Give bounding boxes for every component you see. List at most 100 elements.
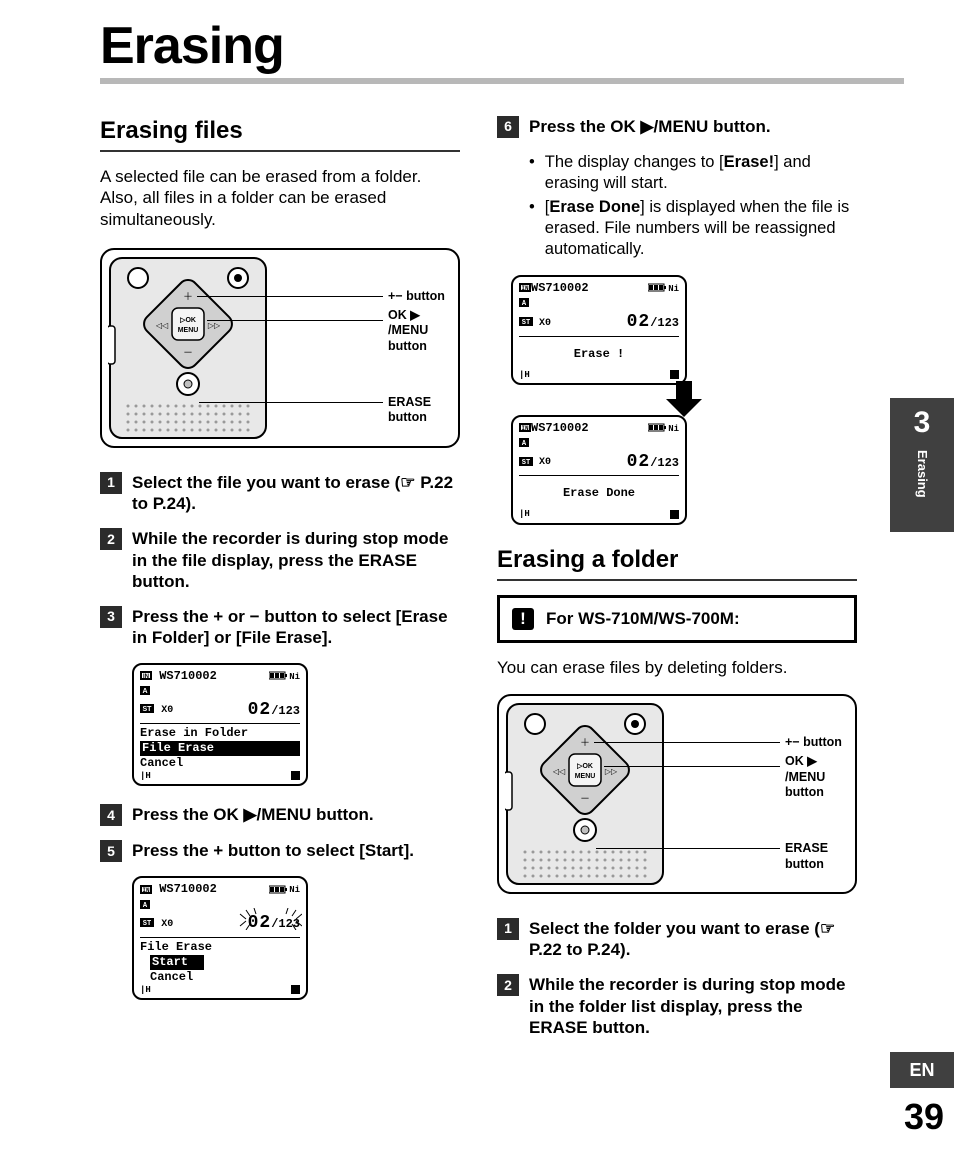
step-4: 4 Press the OK ▶/MENU button. — [100, 804, 460, 826]
step6-notes: •The display changes to [Erase!] and era… — [529, 152, 857, 259]
lcd-counter-small: /123 — [271, 704, 300, 718]
svg-text:ST: ST — [522, 319, 530, 326]
lcd-sequence: INWS710002 Ni A ST X0 02/123 Erase ! |H … — [511, 275, 857, 525]
device-illustration: ▷OK MENU ＋ － ◁◁ ▷▷ — [505, 702, 675, 886]
leader-line — [604, 766, 780, 767]
lcd-title: File Erase — [140, 940, 300, 955]
bullet-text: The display changes to [Erase!] and eras… — [545, 152, 857, 193]
leader-line — [596, 848, 780, 849]
chapter-label: Erasing — [914, 450, 930, 498]
left-column: Erasing files A selected file can be era… — [100, 116, 460, 1018]
lcd-filename: WS710002 — [159, 882, 217, 896]
folder-step-2: 2 While the recorder is during stop mode… — [497, 974, 857, 1038]
svg-text:▷OK: ▷OK — [179, 317, 196, 324]
svg-text:MENU: MENU — [575, 773, 596, 780]
step-number: 1 — [100, 472, 122, 494]
step-text: Press the OK ▶/MENU button. — [132, 804, 374, 825]
svg-text:◁◁: ◁◁ — [156, 321, 169, 330]
important-text: You can erase files by deleting folders. — [497, 657, 857, 678]
lcd-message: Erase Done — [519, 478, 679, 509]
bullet-text: [Erase Done] is displayed when the file … — [545, 197, 857, 259]
chapter-tab: 3 Erasing — [890, 398, 954, 532]
lcd-filename: WS710002 — [159, 669, 217, 683]
lcd-message: Erase ! — [519, 339, 679, 370]
lcd-menu-item: Erase in Folder — [140, 726, 300, 741]
device-figure-1: ▷OK MENU ＋ － ◁◁ ▷▷ — [100, 248, 460, 448]
section-heading-erasing-files: Erasing files — [100, 116, 460, 146]
svg-text:IN: IN — [521, 285, 529, 292]
svg-text:＋: ＋ — [580, 738, 590, 749]
page-title: Erasing — [100, 14, 284, 79]
chapter-number: 3 — [914, 404, 931, 442]
step-text: While the recorder is during stop mode i… — [132, 528, 460, 592]
lcd-counter-big: 02 — [627, 312, 651, 332]
device-illustration: ▷OK MENU ＋ － ◁◁ ▷▷ — [108, 256, 278, 440]
step-number: 2 — [100, 528, 122, 550]
important-box: ! For WS-710M/WS-700M: — [497, 595, 857, 643]
svg-text:IN: IN — [142, 887, 150, 894]
step-number: 1 — [497, 918, 519, 940]
callout-erase-button: ERASE button — [785, 841, 855, 872]
step-3: 3 Press the + or − button to select [Era… — [100, 606, 460, 649]
lcd-counter-big: 02 — [248, 700, 272, 720]
step-number: 3 — [100, 606, 122, 628]
step-2: 2 While the recorder is during stop mode… — [100, 528, 460, 592]
leader-line — [199, 402, 383, 403]
callout-ok-button: OK ▶ /MENU button — [785, 754, 849, 801]
lcd-menu-item-selected: Start — [150, 955, 204, 970]
svg-text:MENU: MENU — [178, 327, 199, 334]
step-1: 1 Select the file you want to erase (☞ P… — [100, 472, 460, 515]
page-number: 39 — [904, 1094, 944, 1139]
lcd-filename: WS710002 — [531, 281, 589, 295]
lcd-menu-item-selected: File Erase — [140, 741, 300, 756]
title-rule — [100, 78, 904, 84]
step-text: Select the file you want to erase (☞ P.2… — [132, 472, 460, 515]
step-text: Press the + button to select [Start]. — [132, 840, 414, 861]
right-column: 6 Press the OK ▶/MENU button. •The displ… — [497, 116, 857, 1052]
section-rule — [100, 150, 460, 152]
step-6: 6 Press the OK ▶/MENU button. — [497, 116, 857, 138]
svg-text:▷OK: ▷OK — [576, 763, 593, 770]
leader-line — [197, 296, 383, 297]
svg-text:－: － — [183, 348, 193, 359]
svg-text:▷▷: ▷▷ — [208, 321, 221, 330]
lcd-screen-menu: IN WS710002 Ni A ST X0 02/123 — [132, 663, 460, 787]
intro-text: A selected file can be erased from a fol… — [100, 166, 460, 230]
lcd-counter-small: /123 — [650, 316, 679, 330]
lcd-filename: WS710002 — [531, 421, 589, 435]
lcd-screen-erase: INWS710002 Ni A ST X0 02/123 Erase ! |H — [511, 275, 687, 385]
svg-text:ST: ST — [143, 706, 153, 713]
svg-text:－: － — [580, 794, 590, 805]
svg-text:＋: ＋ — [183, 292, 193, 303]
svg-text:◁◁: ◁◁ — [553, 767, 566, 776]
lcd-counter-big: 02 — [627, 452, 651, 472]
lcd-menu-item: Cancel — [140, 970, 300, 985]
callout-erase-button: ERASE button — [388, 395, 458, 426]
svg-text:ST: ST — [522, 459, 530, 466]
step-number: 2 — [497, 974, 519, 996]
step-text: Press the OK ▶/MENU button. — [529, 116, 771, 137]
step-5: 5 Press the + button to select [Start]. — [100, 840, 460, 862]
leader-line — [594, 742, 780, 743]
step-text: Press the + or − button to select [Erase… — [132, 606, 460, 649]
svg-text:IN: IN — [143, 674, 149, 680]
section-rule — [497, 579, 857, 581]
down-arrow-icon — [662, 381, 706, 419]
callout-ok-button: OK ▶ /MENU button — [388, 308, 452, 355]
device-figure-2: ▷OK MENU ＋ － ◁◁ ▷▷ +− button OK ▶ /MENU … — [497, 694, 857, 894]
step-number: 6 — [497, 116, 519, 138]
lcd-screen-start: IN WS710002 Ni A ST X0 — [132, 876, 460, 1000]
important-icon: ! — [512, 608, 534, 630]
folder-step-1: 1 Select the folder you want to erase (☞… — [497, 918, 857, 961]
language-tab: EN — [890, 1052, 954, 1088]
section-heading-erasing-folder: Erasing a folder — [497, 545, 857, 575]
lcd-menu-item: Cancel — [140, 756, 300, 771]
lcd-screen-done: INWS710002 Ni A ST X0 02/123 Erase Done … — [511, 415, 687, 525]
svg-text:ST: ST — [143, 920, 151, 927]
leader-line — [207, 320, 383, 321]
svg-text:A: A — [142, 688, 147, 695]
lcd-counter-small: /123 — [650, 456, 679, 470]
step-text: Select the folder you want to erase (☞ P… — [529, 918, 857, 961]
callout-plus-button: +− button — [388, 289, 445, 305]
callout-plus-button: +− button — [785, 735, 842, 751]
